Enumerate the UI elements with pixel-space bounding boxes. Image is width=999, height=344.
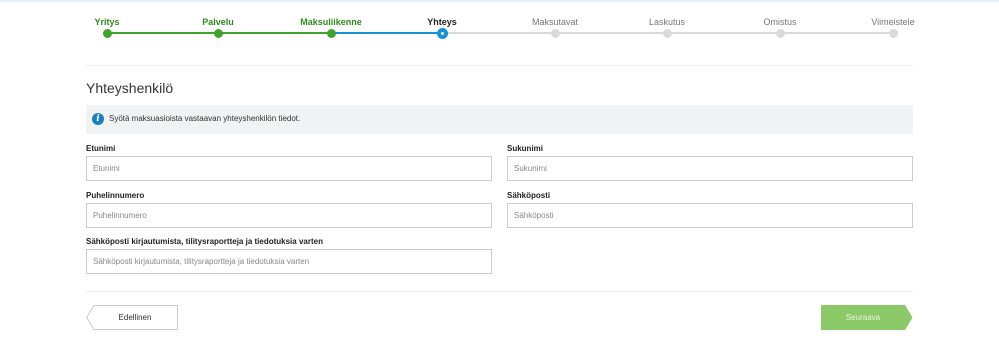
previous-button[interactable]: Edellinen (86, 305, 178, 330)
next-button-label: Seuraava (845, 313, 881, 322)
divider-bottom (86, 291, 913, 292)
step-pending-dot (889, 29, 898, 38)
step-label: Maksuliikenne (300, 17, 362, 27)
email-label: Sähköposti (507, 191, 551, 200)
progress-stepper: Yritys Palvelu Maksuliikenne Yhteys Maks… (0, 0, 999, 60)
step-label: Viimeistele (871, 17, 915, 27)
step-pending-dot (776, 29, 785, 38)
step-yhteys[interactable]: Yhteys (397, 0, 487, 38)
step-omistus: Omistus (735, 0, 825, 38)
email-input[interactable] (507, 203, 913, 228)
step-laskutus: Laskutus (622, 0, 712, 38)
step-maksuliikenne[interactable]: Maksuliikenne (286, 0, 376, 38)
phone-label: Puhelinnumero (86, 191, 145, 200)
step-label: Laskutus (648, 17, 686, 27)
step-label: Omistus (763, 17, 797, 27)
step-complete-dot (103, 29, 112, 38)
login-email-input[interactable] (86, 249, 492, 274)
info-icon: i (92, 113, 104, 125)
step-complete-dot (327, 29, 336, 38)
stepper-track-current (331, 32, 442, 34)
step-palvelu[interactable]: Palvelu (173, 0, 263, 38)
first-name-input[interactable] (86, 156, 492, 181)
step-maksutavat: Maksutavat (510, 0, 600, 38)
step-yritys[interactable]: Yritys (62, 0, 152, 38)
section-title: Yhteyshenkilö (86, 80, 174, 96)
step-label: Yhteys (427, 17, 457, 27)
step-current-dot (438, 29, 447, 38)
next-button[interactable]: Seuraava (821, 305, 913, 330)
info-text: Syötä maksuasioista vastaavan yhteyshenk… (109, 114, 301, 123)
step-viimeistele: Viimeistele (848, 0, 938, 38)
phone-input[interactable] (86, 203, 492, 228)
last-name-label: Sukunimi (507, 144, 544, 153)
divider-top (86, 65, 913, 66)
info-banner: i Syötä maksuasioista vastaavan yhteyshe… (86, 105, 913, 134)
first-name-label: Etunimi (86, 144, 116, 153)
step-label: Palvelu (202, 17, 234, 27)
step-label: Yritys (94, 17, 120, 27)
last-name-input[interactable] (507, 156, 913, 181)
step-pending-dot (663, 29, 672, 38)
login-email-label: Sähköposti kirjautumista, tilitysraportt… (86, 237, 323, 246)
step-label: Maksutavat (531, 17, 579, 27)
step-pending-dot (551, 29, 560, 38)
step-complete-dot (214, 29, 223, 38)
previous-button-label: Edellinen (118, 313, 152, 322)
